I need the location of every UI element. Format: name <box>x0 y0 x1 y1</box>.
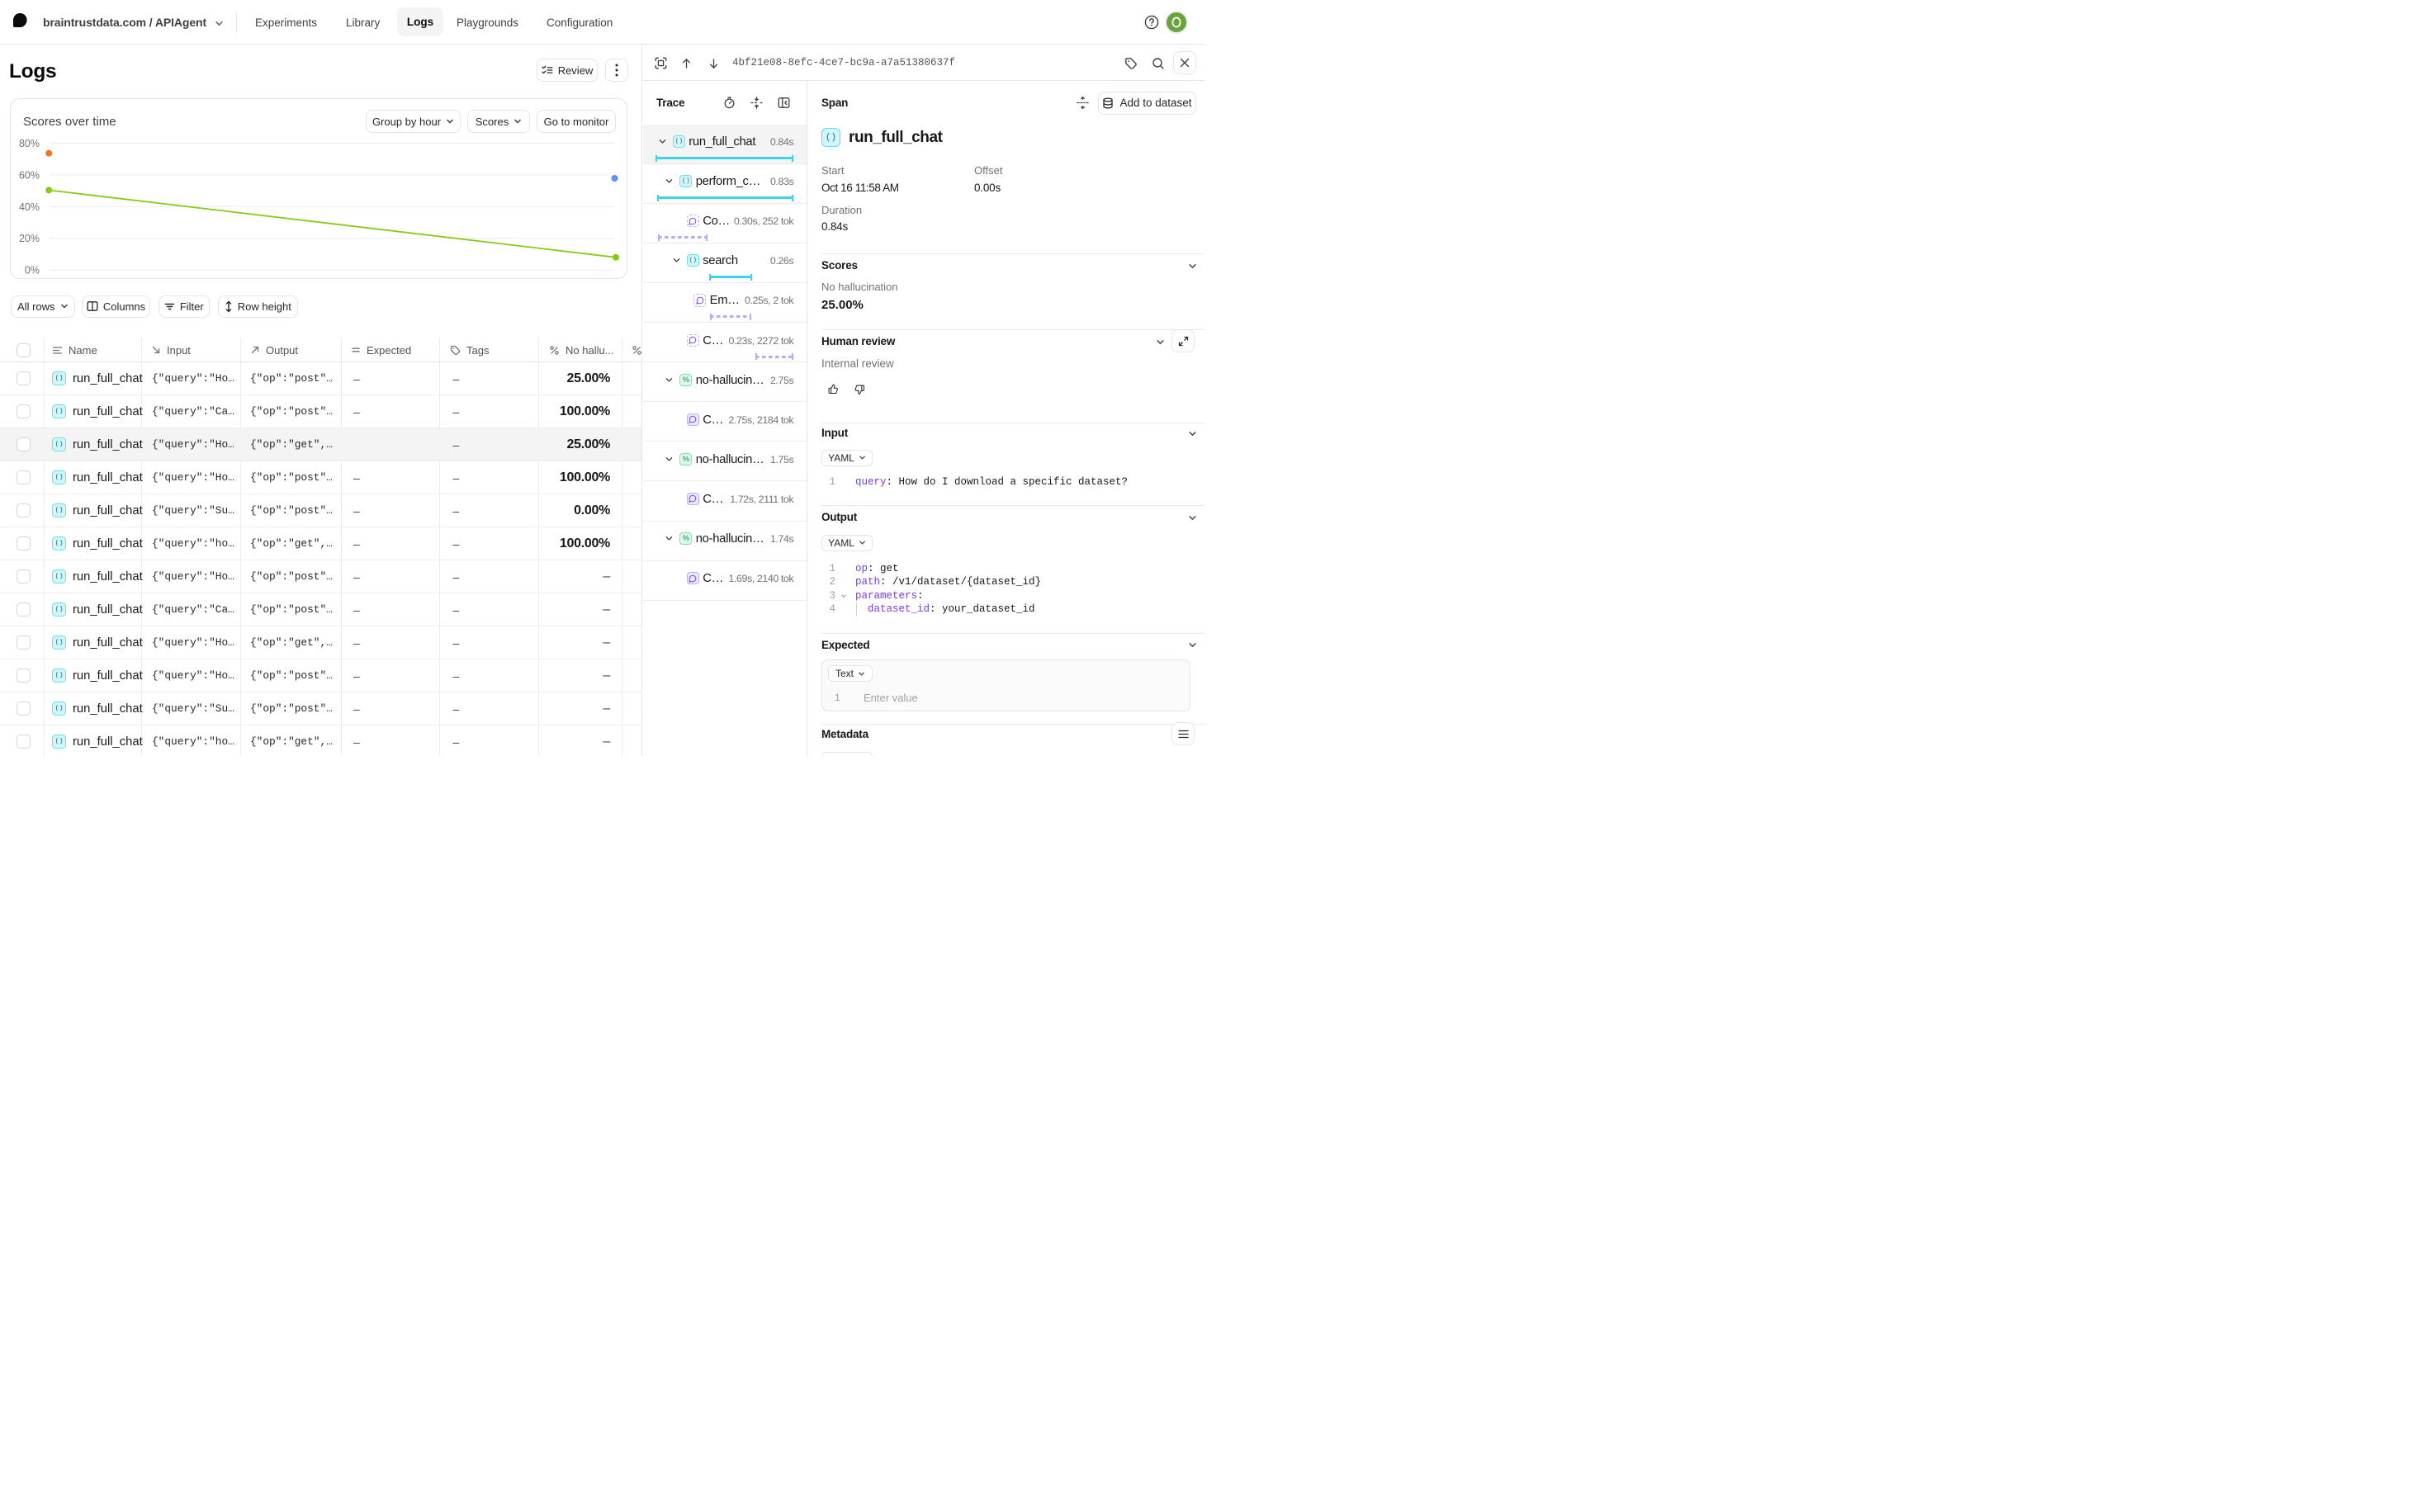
svg-text:0%: 0% <box>25 265 40 276</box>
svg-text:80%: 80% <box>19 138 40 149</box>
svg-text:60%: 60% <box>19 169 40 181</box>
svg-text:40%: 40% <box>19 201 40 213</box>
svg-text:20%: 20% <box>19 233 40 244</box>
